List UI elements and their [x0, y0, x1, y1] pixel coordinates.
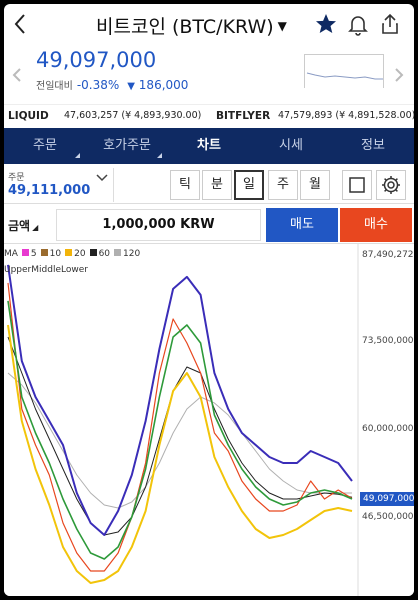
- price-summary: 49,097,000 전일대비 -0.38% ▼ 186,000: [4, 44, 414, 100]
- app-frame: 비트코인 (BTC/KRW) ▼ 49,097,000 전일대비 -0.38% …: [4, 4, 414, 596]
- change-amount: 186,000: [138, 78, 189, 92]
- legend-item: Middle: [31, 265, 61, 275]
- sell-button[interactable]: 매도: [266, 208, 338, 242]
- amount-caret-icon: ◢: [32, 223, 39, 232]
- exchange-name: BITFLYER: [216, 110, 271, 122]
- interval-tick[interactable]: 틱: [170, 170, 200, 200]
- next-coin-button[interactable]: [394, 64, 404, 88]
- interval-week[interactable]: 주: [268, 170, 298, 200]
- current-price-marker: 49,097,000: [360, 492, 414, 506]
- bell-icon[interactable]: [346, 12, 370, 36]
- tab-quotes[interactable]: 시세: [250, 128, 332, 164]
- ma-legend: MA 5 10 20 60 120: [4, 249, 140, 259]
- amount-input[interactable]: 1,000,000 KRW: [56, 209, 261, 241]
- chart-controls: 주문 49,111,000 틱 분 일 주 월: [4, 164, 414, 204]
- main-tabs: 주문 호가주문 차트 시세 정보: [4, 128, 414, 164]
- legend-item: 20: [61, 249, 86, 259]
- legend-item: Lower: [61, 265, 88, 275]
- order-label: 주문: [8, 173, 25, 183]
- change-percent: -0.38%: [76, 78, 120, 92]
- tab-order[interactable]: 주문: [4, 128, 86, 164]
- legend-swatch: [21, 249, 29, 256]
- legend-item: Upper: [4, 265, 32, 275]
- series-bb-lower: [7, 324, 353, 584]
- legend-item: 120: [110, 249, 140, 259]
- interval-minute[interactable]: 분: [202, 170, 232, 200]
- interval-day[interactable]: 일: [234, 170, 264, 200]
- mini-chart[interactable]: [304, 54, 384, 88]
- chevron-down-icon: [96, 172, 108, 185]
- legend-item: 10: [37, 249, 61, 259]
- gear-icon: [382, 176, 400, 194]
- square-icon: [349, 177, 365, 193]
- price-chart[interactable]: MA 5 10 20 60 120 UpperMiddleLower 87,490,272…: [4, 244, 414, 596]
- y-tick-label: 73,500,000: [362, 336, 414, 346]
- share-icon[interactable]: [378, 12, 402, 36]
- tab-hoga-order[interactable]: 호가주문: [86, 128, 168, 164]
- coin-title-selector[interactable]: 비트코인 (BTC/KRW) ▼: [96, 12, 287, 39]
- menu-corner-icon: [157, 153, 162, 158]
- amount-label: 금액 ◢: [8, 219, 39, 233]
- legend-swatch: [114, 249, 122, 256]
- legend-item: MA: [4, 249, 18, 259]
- top-bar: 비트코인 (BTC/KRW) ▼: [4, 4, 414, 44]
- back-button[interactable]: [10, 10, 32, 38]
- current-price: 49,097,000: [36, 48, 157, 72]
- tab-chart[interactable]: 차트: [168, 128, 250, 164]
- chevron-right-icon: [395, 68, 404, 82]
- buy-button[interactable]: 매수: [340, 208, 412, 242]
- change-label: 전일대비: [36, 81, 73, 92]
- y-tick-label: 46,500,000: [362, 512, 414, 522]
- menu-corner-icon: [75, 153, 80, 158]
- legend-item: 5: [18, 249, 37, 259]
- amount-row: 금액 ◢ 1,000,000 KRW 매도 매수: [4, 204, 414, 244]
- settings-button[interactable]: [376, 170, 406, 200]
- chevron-left-icon: [14, 14, 25, 34]
- star-icon[interactable]: [314, 12, 338, 36]
- legend-swatch: [65, 249, 73, 256]
- order-value: 49,111,000: [8, 183, 91, 198]
- bb-legend: UpperMiddleLower: [4, 265, 88, 275]
- order-price-selector[interactable]: 주문 49,111,000: [6, 168, 114, 202]
- legend-swatch: [40, 249, 48, 256]
- series-ma60: [7, 336, 353, 536]
- legend-swatch: [89, 249, 97, 256]
- coin-title: 비트코인 (BTC/KRW): [96, 16, 274, 38]
- dropdown-caret-icon: ▼: [277, 19, 287, 33]
- series-bb-middle: [7, 300, 353, 560]
- y-tick-label: 87,490,272: [362, 250, 414, 260]
- series-bb-upper: [7, 264, 353, 536]
- interval-month[interactable]: 월: [300, 170, 330, 200]
- exchange-name: LIQUID: [8, 110, 49, 122]
- tab-info[interactable]: 정보: [332, 128, 414, 164]
- chart-canvas[interactable]: [4, 244, 414, 596]
- prev-coin-button[interactable]: [12, 64, 22, 88]
- exchange-value: 47,603,257 (¥ 4,893,930.00): [64, 110, 202, 121]
- exchange-compare-row: LIQUID 47,603,257 (¥ 4,893,930.00) BITFL…: [4, 104, 414, 126]
- down-arrow-icon: ▼: [127, 81, 135, 92]
- legend-item: 60: [86, 249, 110, 259]
- exchange-value: 47,579,893 (¥ 4,891,528.00): [278, 110, 414, 121]
- y-tick-label: 60,000,000: [362, 424, 414, 434]
- fullscreen-button[interactable]: [342, 170, 372, 200]
- price-change: 전일대비 -0.38% ▼ 186,000: [36, 77, 188, 92]
- chevron-left-icon: [12, 68, 21, 82]
